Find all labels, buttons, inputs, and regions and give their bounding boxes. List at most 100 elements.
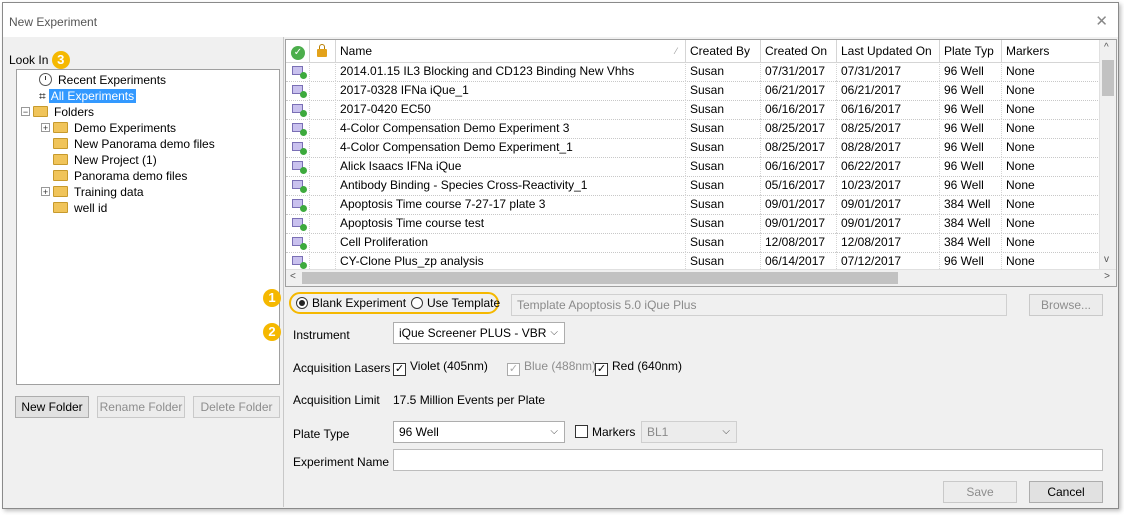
save-button[interactable]: Save: [943, 481, 1017, 503]
cell-created-by: Susan: [686, 176, 761, 195]
horizontal-scrollbar[interactable]: < >: [286, 269, 1116, 286]
cancel-button[interactable]: Cancel: [1029, 481, 1103, 503]
experiment-name-input[interactable]: [393, 449, 1103, 471]
sort-icon: ⁄: [675, 46, 677, 56]
status-column-header[interactable]: ✓: [286, 40, 310, 62]
folder-icon: [53, 186, 68, 197]
delete-folder-button[interactable]: Delete Folder: [193, 396, 280, 418]
radio-unselected-icon: [411, 297, 423, 309]
scroll-down-icon[interactable]: v: [1104, 254, 1109, 265]
tree-item-new-project[interactable]: New Project (1): [53, 152, 159, 168]
plate-type-select[interactable]: 96 Well ⌵: [393, 421, 565, 443]
chevron-down-icon: ⌵: [550, 327, 558, 338]
table-row[interactable]: 2014.01.15 IL3 Blocking and CD123 Bindin…: [286, 62, 1102, 82]
tree-item-panorama-demo-files[interactable]: Panorama demo files: [53, 168, 189, 184]
folder-icon: [33, 106, 48, 117]
table-row[interactable]: 4-Color Compensation Demo Experiment 3 Su…: [286, 119, 1102, 139]
experiment-plate-icon: [292, 161, 307, 174]
column-header-name[interactable]: Name ⁄: [336, 40, 686, 62]
cell-name: Alick Isaacs IFNa iQue: [336, 157, 686, 176]
tree-item-recent-experiments[interactable]: Recent Experiments: [39, 72, 168, 88]
cell-created-by: Susan: [686, 119, 761, 138]
table-row[interactable]: 2017-0328 IFNa iQue_1 Susan 06/21/2017 06/2…: [286, 81, 1102, 101]
tree-item-demo-experiments[interactable]: + Demo Experiments: [41, 120, 178, 136]
row-lock-cell: [310, 119, 336, 138]
instrument-select[interactable]: iQue Screener PLUS - VBR ⌵: [393, 322, 565, 344]
callout-badge-3: 3: [51, 51, 70, 69]
cell-created-on: 09/01/2017: [761, 195, 837, 214]
cell-created-on: 12/08/2017: [761, 233, 837, 252]
panel-splitter[interactable]: [283, 37, 284, 507]
experiment-plate-icon: [292, 66, 307, 79]
close-icon[interactable]: ✕: [1095, 12, 1108, 30]
row-lock-cell: [310, 100, 336, 119]
callout-badge-1: 1: [263, 289, 281, 307]
row-icon-cell: [286, 157, 310, 176]
use-template-radio[interactable]: Use Template: [411, 296, 500, 310]
plate-type-label: Plate Type: [293, 427, 350, 441]
scroll-right-icon[interactable]: >: [1104, 271, 1110, 282]
folder-icon: [53, 202, 68, 213]
tree-item-all-experiments[interactable]: ⌗ All Experiments: [39, 88, 137, 104]
instrument-label: Instrument: [293, 328, 350, 342]
experiment-plate-icon: [292, 256, 307, 269]
expand-icon[interactable]: +: [41, 123, 50, 133]
violet-laser-checkbox[interactable]: ✓ Violet (405nm): [393, 359, 488, 376]
folder-icon: [53, 154, 68, 165]
cell-markers: None: [1002, 214, 1102, 233]
cell-name: 2017-0328 IFNa iQue_1: [336, 81, 686, 100]
column-header-plate-type[interactable]: Plate Typ: [940, 40, 1002, 62]
table-row[interactable]: Apoptosis Time course test Susan 09/01/201…: [286, 214, 1102, 234]
table-row[interactable]: 4-Color Compensation Demo Experiment_1 Su…: [286, 138, 1102, 158]
title-bar: New Experiment ✕: [3, 3, 1118, 37]
tree-item-new-panorama-demo-files[interactable]: New Panorama demo files: [53, 136, 217, 152]
table-row[interactable]: Alick Isaacs IFNa iQue Susan 06/16/2017 06/…: [286, 157, 1102, 177]
markers-select[interactable]: BL1 ⌵: [641, 421, 737, 443]
cell-created-by: Susan: [686, 100, 761, 119]
markers-checkbox[interactable]: Markers: [575, 425, 635, 439]
blue-laser-checkbox[interactable]: ✓ Blue (488nm): [507, 359, 596, 376]
red-laser-checkbox[interactable]: ✓ Red (640nm): [595, 359, 682, 376]
cell-last-updated-on: 08/25/2017: [837, 119, 940, 138]
tree-item-training-data[interactable]: + Training data: [41, 184, 146, 200]
column-header-created-on[interactable]: Created On: [761, 40, 837, 62]
tree-item-well-id[interactable]: well id: [53, 200, 109, 216]
table-row[interactable]: Apoptosis Time course 7-27-17 plate 3 Sus…: [286, 195, 1102, 215]
table-row[interactable]: Antibody Binding - Species Cross-Reactiv…: [286, 176, 1102, 196]
cell-created-by: Susan: [686, 214, 761, 233]
collapse-icon[interactable]: −: [21, 107, 30, 117]
cell-plate-type: 96 Well: [940, 100, 1002, 119]
scroll-left-icon[interactable]: <: [290, 271, 296, 282]
table-row[interactable]: 2017-0420 EC50 Susan 06/16/2017 06/16/2017 9…: [286, 100, 1102, 120]
column-header-created-by[interactable]: Created By: [686, 40, 761, 62]
expand-icon[interactable]: +: [41, 187, 50, 197]
blank-experiment-radio[interactable]: Blank Experiment: [296, 296, 406, 310]
row-lock-cell: [310, 62, 336, 81]
grid-header: ✓ Name ⁄ Created By Created On Last Updat…: [286, 40, 1102, 63]
vertical-scroll-thumb[interactable]: [1102, 60, 1114, 96]
vertical-scrollbar[interactable]: ^ v: [1099, 40, 1116, 270]
horizontal-scroll-thumb[interactable]: [302, 272, 898, 284]
experiments-grid[interactable]: ✓ Name ⁄ Created By Created On Last Updat…: [285, 39, 1117, 287]
acquisition-limit-label: Acquisition Limit: [293, 393, 380, 407]
column-header-markers[interactable]: Markers: [1002, 40, 1102, 62]
table-row[interactable]: Cell Proliferation Susan 12/08/2017 12/08/2…: [286, 233, 1102, 253]
lock-column-header[interactable]: [310, 40, 336, 62]
folder-tree[interactable]: Recent Experiments ⌗ All Experiments − Fol…: [16, 69, 280, 385]
template-field[interactable]: Template Apoptosis 5.0 iQue Plus: [511, 294, 1007, 316]
tree-item-folders[interactable]: − Folders: [21, 104, 96, 120]
rename-folder-button[interactable]: Rename Folder: [97, 396, 185, 418]
cell-plate-type: 96 Well: [940, 138, 1002, 157]
experiment-plate-icon: [292, 199, 307, 212]
cell-created-on: 05/16/2017: [761, 176, 837, 195]
browse-button[interactable]: Browse...: [1029, 294, 1103, 316]
chevron-down-icon: ⌵: [550, 426, 558, 437]
column-header-last-updated-on[interactable]: Last Updated On: [837, 40, 940, 62]
new-folder-button[interactable]: New Folder: [15, 396, 89, 418]
checkmark-icon: ✓: [291, 46, 305, 60]
scroll-up-icon[interactable]: ^: [1104, 42, 1109, 53]
checkbox-checked-icon: ✓: [393, 363, 406, 376]
row-icon-cell: [286, 176, 310, 195]
cell-created-on: 06/16/2017: [761, 100, 837, 119]
cell-name: 4-Color Compensation Demo Experiment_1: [336, 138, 686, 157]
